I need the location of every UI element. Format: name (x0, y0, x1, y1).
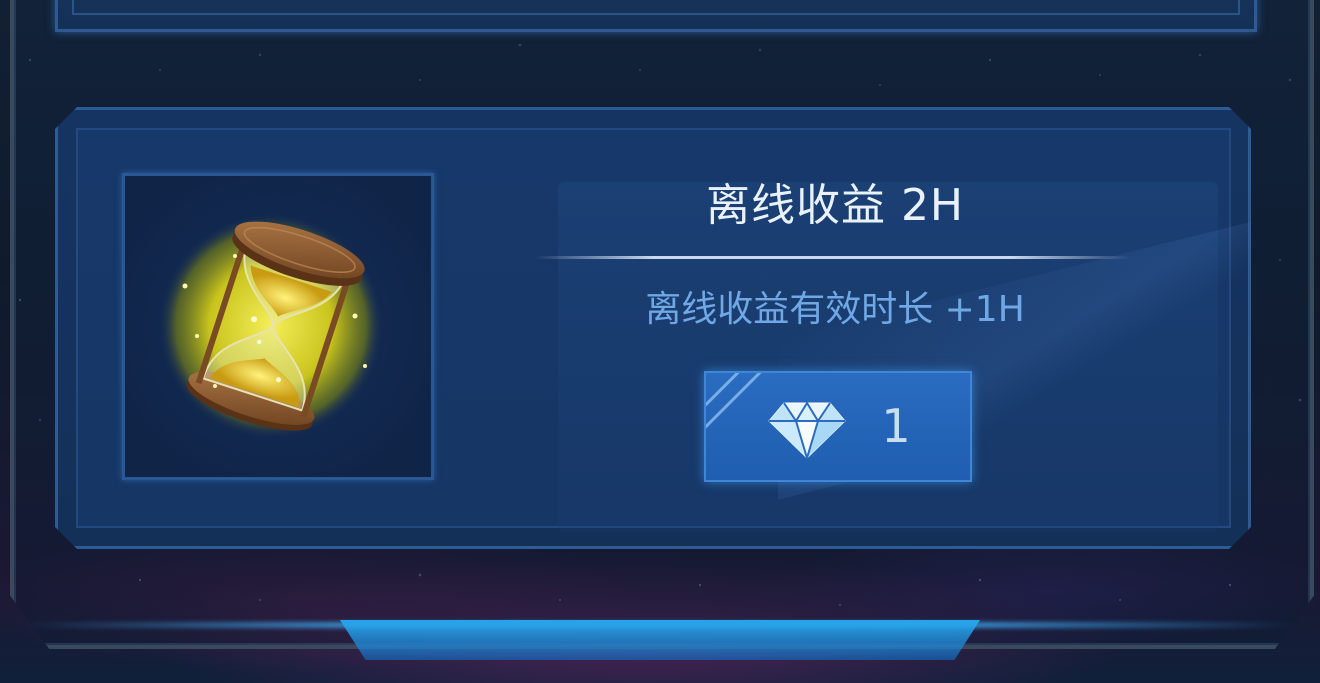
item-title: 离线收益 2H (705, 180, 965, 231)
shop-scene: 离线收益 2H 离线收益有效时长 +1H 1 (0, 0, 1320, 683)
button-corner-stripe (706, 373, 773, 433)
hourglass-icon (159, 214, 383, 438)
diamond-icon (768, 401, 846, 459)
item-icon-frame (122, 173, 434, 480)
item-description: 离线收益有效时长 +1H (645, 289, 1025, 330)
previous-item-card-inner (72, 0, 1240, 15)
title-divider (535, 256, 1130, 259)
buy-button[interactable]: 1 (704, 371, 972, 482)
price-value: 1 (881, 399, 911, 453)
previous-item-card[interactable] (55, 0, 1257, 32)
bottom-glow-bar (340, 620, 980, 660)
